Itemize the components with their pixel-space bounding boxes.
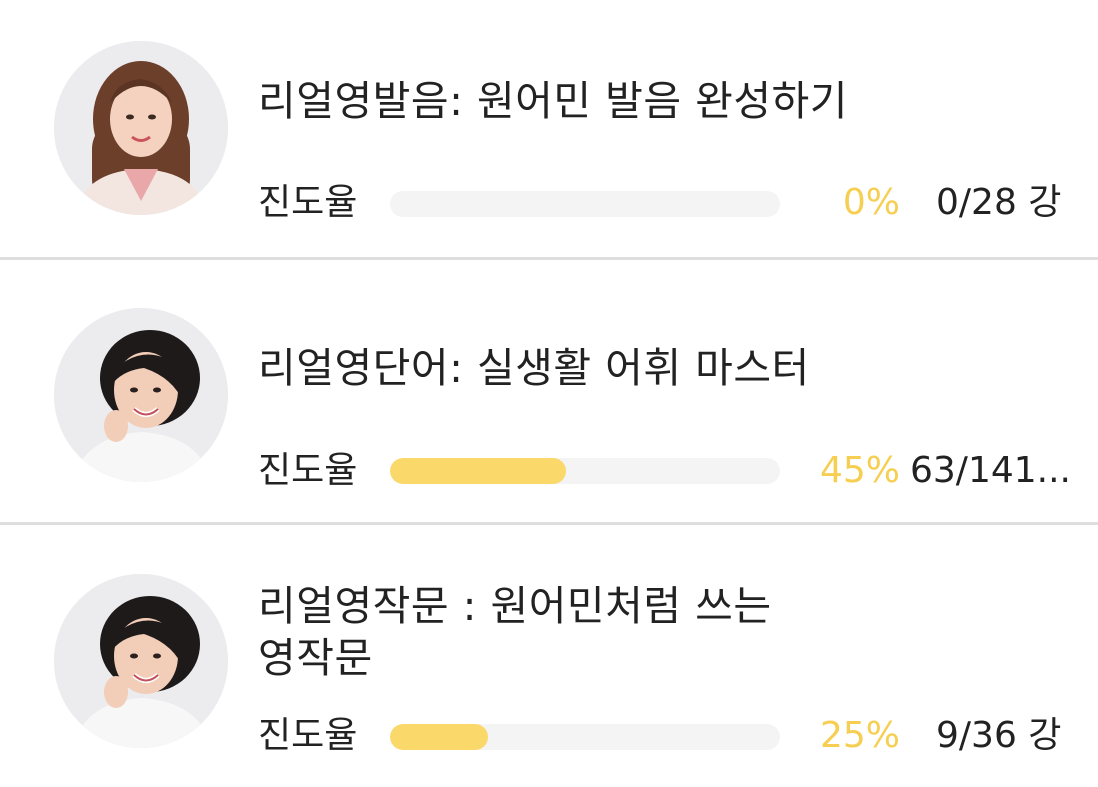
lecture-count: 9/36 강: [936, 715, 1062, 756]
progress-label: 진도율: [258, 715, 358, 756]
course-list: 리얼영발음: 원어민 발음 완성하기 진도율 0% 0/28 강 리얼영단어:: [0, 0, 1098, 787]
progress-bar: [390, 458, 780, 484]
instructor-portrait-icon: [54, 574, 228, 748]
course-item[interactable]: 리얼영단어: 실생활 어휘 마스터 진도율 45% 63/141...: [0, 260, 1098, 523]
progress-bar: [390, 191, 780, 217]
lecture-count: 63/141...: [910, 450, 1071, 491]
progress-label: 진도율: [258, 450, 358, 491]
progress-label: 진도율: [258, 182, 358, 223]
course-title[interactable]: 리얼영발음: 원어민 발음 완성하기: [258, 75, 1058, 127]
instructor-portrait-icon: [54, 308, 228, 482]
progress-bar-fill: [390, 458, 566, 484]
instructor-avatar: [54, 41, 228, 215]
course-title[interactable]: 리얼영작문 : 원어민처럼 쓰는 영작문: [258, 580, 1058, 684]
progress-percent: 25%: [819, 715, 900, 756]
course-item[interactable]: 리얼영작문 : 원어민처럼 쓰는 영작문 진도율 25% 9/36 강: [0, 525, 1098, 787]
progress-bar-fill: [390, 724, 488, 750]
lecture-count: 0/28 강: [936, 182, 1062, 223]
progress-percent: 45%: [819, 450, 900, 491]
course-title[interactable]: 리얼영단어: 실생활 어휘 마스터: [258, 342, 1058, 394]
instructor-portrait-icon: [54, 41, 228, 215]
course-item[interactable]: 리얼영발음: 원어민 발음 완성하기 진도율 0% 0/28 강: [0, 0, 1098, 258]
course-title-line: 리얼영작문 : 원어민처럼 쓰는: [258, 582, 772, 630]
progress-percent: 0%: [842, 182, 900, 223]
progress-bar: [390, 724, 780, 750]
instructor-avatar: [54, 574, 228, 748]
course-title-line: 영작문: [258, 634, 373, 682]
instructor-avatar: [54, 308, 228, 482]
